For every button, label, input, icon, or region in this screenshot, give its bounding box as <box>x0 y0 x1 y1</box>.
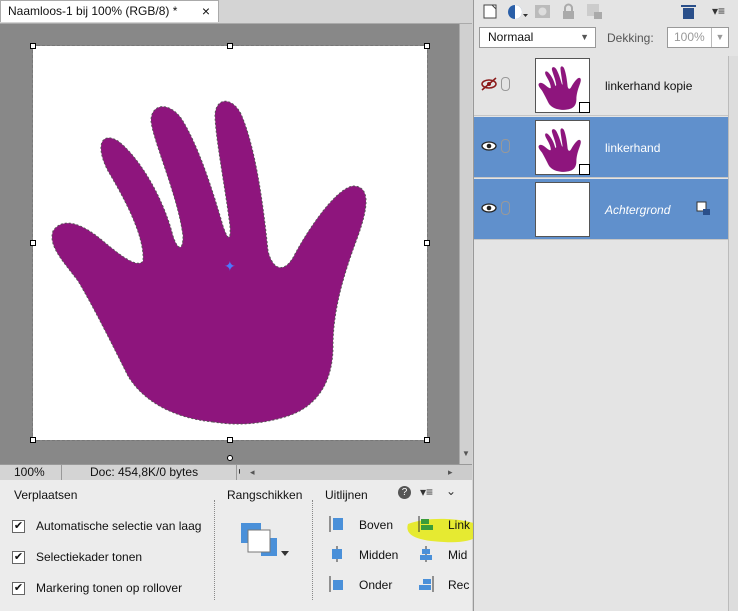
show-highlight-rollover-label: Markering tonen op rollover <box>36 581 183 595</box>
status-bar: 100% Doc: 454,8K/0 bytes ▸ ◂ ▸ <box>0 464 472 481</box>
document-tab[interactable]: Naamloos-1 bij 100% (RGB/8) * × <box>0 0 219 22</box>
align-left-button[interactable]: Link <box>448 518 470 532</box>
trash-icon[interactable] <box>680 3 697 20</box>
transform-handle[interactable] <box>30 437 36 443</box>
opacity-field[interactable]: 100% ▼ <box>667 27 729 48</box>
close-tab-icon[interactable]: × <box>202 1 210 22</box>
document-info: Doc: 454,8K/0 bytes <box>62 465 237 481</box>
align-bottom-icon <box>329 576 343 592</box>
tool-options-bar: Verplaatsen ✔ Automatische selectie van … <box>0 480 483 611</box>
scroll-left-icon[interactable]: ◂ <box>250 467 255 478</box>
eye-hidden-icon[interactable] <box>481 77 497 91</box>
chevron-down-icon[interactable]: ▼ <box>711 28 728 47</box>
layer-row[interactable]: linkerhand <box>474 117 728 178</box>
transform-handle[interactable] <box>424 437 430 443</box>
align-middle-button[interactable]: Midden <box>359 548 398 562</box>
image-canvas[interactable]: ✦ <box>30 43 430 461</box>
auto-select-layer-label: Automatische selectie van laag <box>36 519 202 533</box>
vertical-scrollbar[interactable]: ▼ <box>459 24 472 464</box>
new-layer-icon[interactable] <box>482 3 499 20</box>
link-icon[interactable] <box>501 139 510 153</box>
layer-mask-icon[interactable] <box>534 3 551 20</box>
layer-name[interactable]: Achtergrond <box>605 203 670 217</box>
align-left-icon <box>418 516 433 532</box>
layer-thumbnail <box>535 120 590 175</box>
blend-mode-value: Normaal <box>488 30 534 44</box>
eye-icon[interactable] <box>481 139 497 153</box>
background-lock-icon <box>696 201 710 215</box>
align-center-icon <box>420 546 432 562</box>
align-bottom-button[interactable]: Onder <box>359 578 392 592</box>
show-bounding-box-label: Selectiekader tonen <box>36 550 143 564</box>
transform-handle[interactable] <box>30 240 36 246</box>
section-arrange-title: Rangschikken <box>227 488 303 502</box>
align-center-button[interactable]: Mid <box>448 548 467 562</box>
lock-all-icon[interactable] <box>560 3 577 20</box>
align-right-button[interactable]: Rec <box>448 578 469 592</box>
divider <box>312 500 313 600</box>
link-icon[interactable] <box>501 201 510 215</box>
help-icon[interactable]: ? <box>398 486 411 499</box>
transform-handle[interactable] <box>227 43 233 49</box>
divider <box>214 500 215 600</box>
opacity-value: 100% <box>674 30 705 44</box>
align-middle-icon <box>332 546 342 562</box>
options-menu-icon[interactable]: ▾≡ <box>420 485 433 499</box>
transform-handle[interactable] <box>227 437 233 443</box>
layer-name[interactable]: linkerhand <box>605 141 660 155</box>
layer-row[interactable]: linkerhand kopie <box>474 55 728 116</box>
opacity-label: Dekking: <box>607 31 654 45</box>
layers-toolbar: ▾≡ <box>474 0 738 24</box>
blend-mode-dropdown[interactable]: Normaal ▼ <box>479 27 596 48</box>
align-right-icon <box>419 576 434 592</box>
arrange-icon <box>241 523 289 556</box>
layers-scrollbar[interactable] <box>728 56 738 611</box>
transform-handle[interactable] <box>30 43 36 49</box>
scroll-down-icon[interactable]: ▼ <box>462 449 470 458</box>
horizontal-scrollbar[interactable]: ◂ ▸ <box>240 465 472 481</box>
chevron-down-icon: ▼ <box>580 32 589 42</box>
scroll-right-icon[interactable]: ▸ <box>448 467 453 478</box>
canvas-workspace[interactable]: ✦ <box>0 24 459 464</box>
smart-object-icon <box>579 102 590 113</box>
show-highlight-rollover-checkbox[interactable]: ✔ <box>12 582 25 595</box>
lock-transparency-icon[interactable] <box>586 3 603 20</box>
collapse-chevron-icon[interactable]: ⌄ <box>446 484 456 498</box>
panel-menu-icon[interactable]: ▾≡ <box>712 4 725 18</box>
zoom-level[interactable]: 100% <box>0 465 62 481</box>
layer-thumbnail <box>535 58 590 113</box>
align-top-icon <box>329 516 343 532</box>
link-icon[interactable] <box>501 77 510 91</box>
align-top-button[interactable]: Boven <box>359 518 393 532</box>
smart-object-icon <box>579 164 590 175</box>
rotate-handle[interactable] <box>227 455 233 461</box>
document-tab-title: Naamloos-1 bij 100% (RGB/8) * <box>8 4 178 18</box>
adjustment-layer-icon[interactable] <box>507 3 529 20</box>
layer-name[interactable]: linkerhand kopie <box>605 79 692 93</box>
hand-shape <box>51 100 367 425</box>
transform-handle[interactable] <box>424 240 430 246</box>
arrange-dropdown[interactable] <box>240 522 290 562</box>
section-move-title: Verplaatsen <box>14 488 78 502</box>
center-marker-icon: ✦ <box>224 258 236 274</box>
layers-panel: ▾≡ Normaal ▼ Dekking: 100% ▼ linkerhand … <box>473 0 738 611</box>
layer-row[interactable]: Achtergrond <box>474 179 728 240</box>
eye-icon[interactable] <box>481 201 497 215</box>
show-bounding-box-checkbox[interactable]: ✔ <box>12 551 25 564</box>
transform-handle[interactable] <box>424 43 430 49</box>
layer-thumbnail <box>535 182 590 237</box>
auto-select-layer-checkbox[interactable]: ✔ <box>12 520 25 533</box>
section-align-title: Uitlijnen <box>325 488 368 502</box>
